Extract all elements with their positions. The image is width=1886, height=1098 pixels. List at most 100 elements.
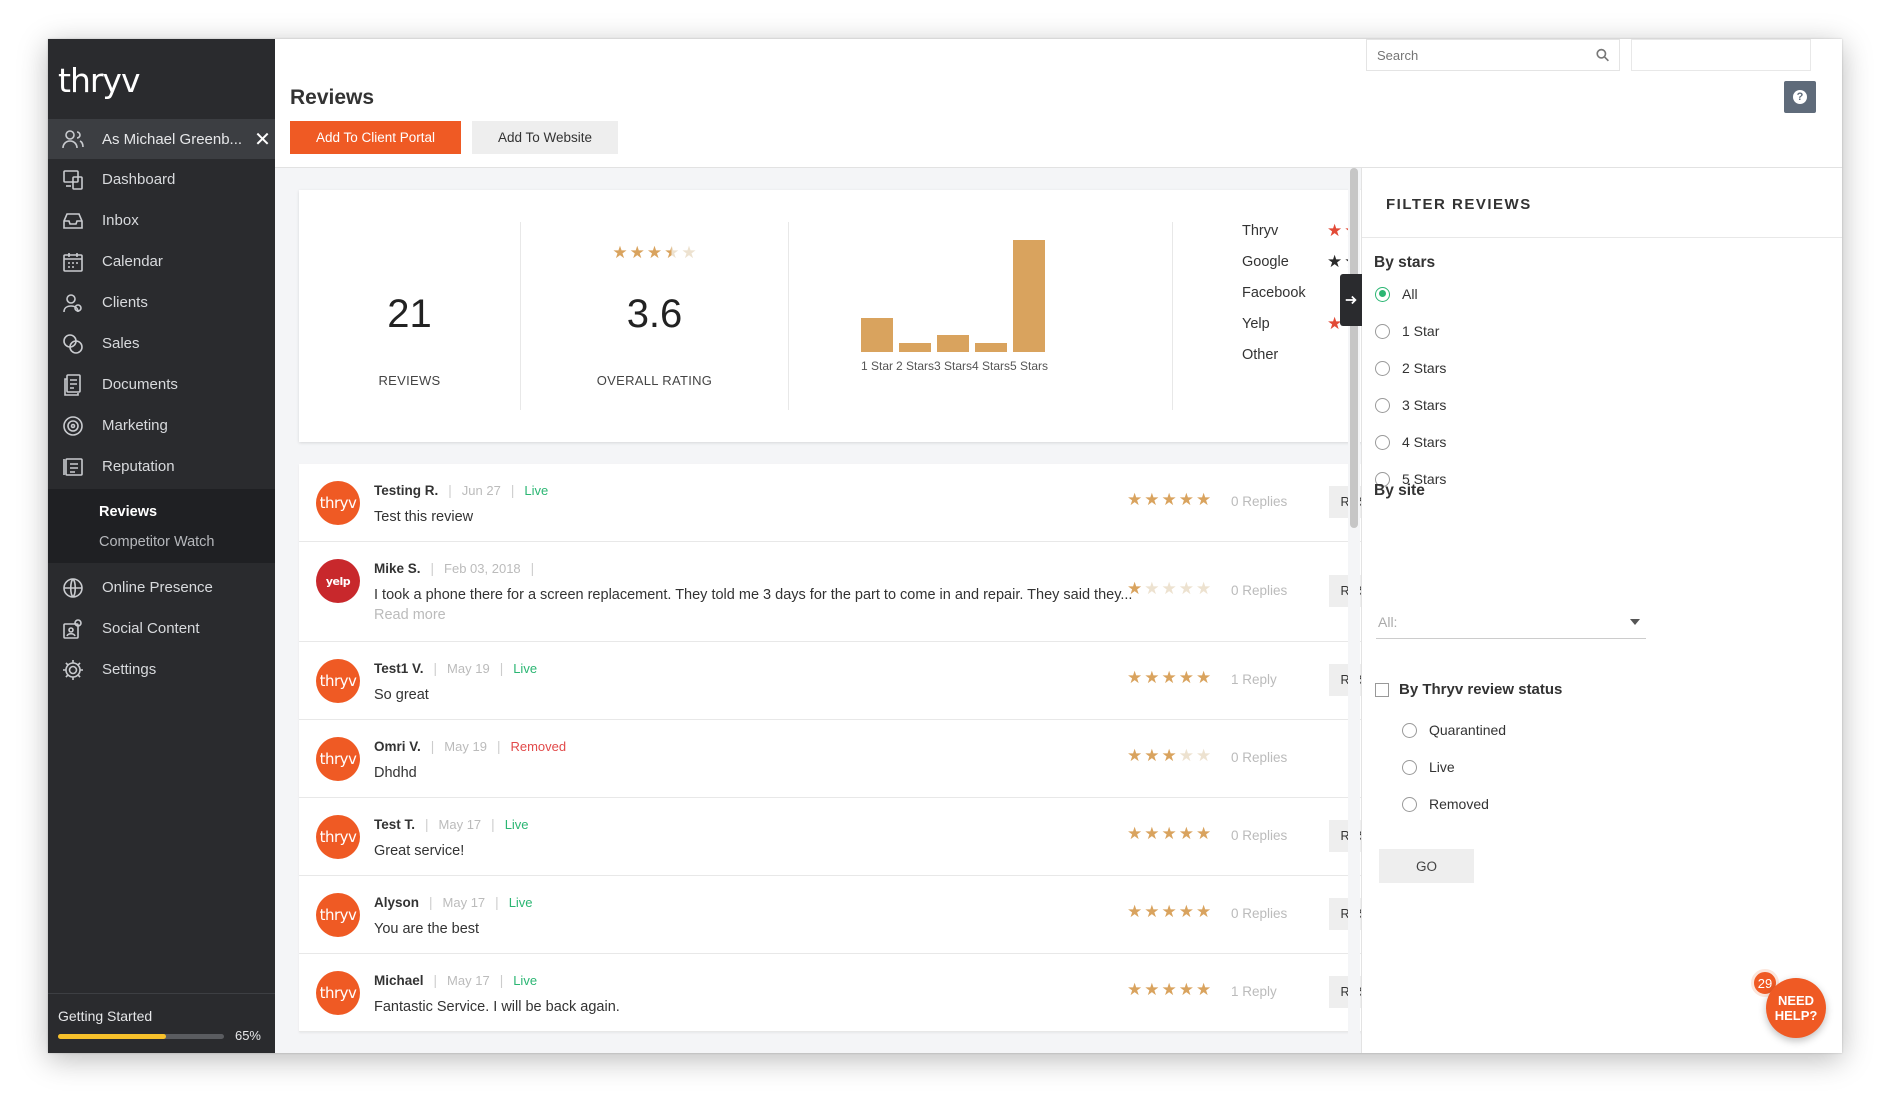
radio-button[interactable] [1402, 796, 1417, 812]
getting-started[interactable]: Getting Started 65% [48, 993, 275, 1053]
site-name: Other [1242, 346, 1279, 363]
site-select[interactable]: All: [1376, 605, 1646, 639]
scrollbar-thumb[interactable] [1350, 168, 1358, 528]
review-row[interactable]: thryv Alyson | May 17 | Live You are the best ★… [299, 876, 1507, 954]
add-to-website-button[interactable]: Add To Website [472, 121, 618, 154]
by-stars-heading: By stars [1374, 254, 1436, 271]
reply-count[interactable]: 0 Replies [1231, 906, 1287, 921]
tick-label-5-stars: 5 Stars [1009, 359, 1048, 373]
status-filter-live[interactable]: Live [1402, 759, 1455, 775]
status-filter-removed[interactable]: Removed [1402, 796, 1489, 812]
rating-distribution-chart: 1 Star 2 Stars 3 Stars 4 Stars 5 Stars [859, 222, 1109, 410]
review-row[interactable]: thryv Test T. | May 17 | Live Great service! ★ ★… [299, 798, 1507, 876]
star-rating: ★★★★★ [612, 244, 696, 261]
radio-label: All [1402, 286, 1418, 302]
star-icon: ★ [1127, 980, 1143, 999]
star-icon: ★ [1178, 824, 1194, 843]
getting-started-label: Getting Started [58, 1008, 153, 1024]
review-status-checkbox[interactable]: By Thryv review status [1375, 681, 1562, 698]
review-date: May 17 [442, 895, 486, 910]
review-body: Great service! [374, 843, 465, 859]
star-filter-all[interactable]: All [1375, 286, 1418, 302]
sidebar-item-sales[interactable]: Sales [48, 323, 275, 364]
thryv-logo[interactable]: thryv [48, 39, 275, 119]
star-filter-3-stars[interactable]: 3 Stars [1375, 397, 1446, 413]
reply-count[interactable]: 1 Reply [1231, 672, 1277, 687]
radio-button[interactable] [1402, 759, 1417, 775]
review-text: You are the best [374, 919, 1134, 939]
collapse-filter-button[interactable] [1340, 274, 1362, 326]
subnav-item-competitor-watch[interactable]: Competitor Watch [48, 527, 275, 557]
sidebar-item-calendar[interactable]: Calendar [48, 241, 275, 282]
sidebar-item-documents[interactable]: Documents [48, 364, 275, 405]
impersonated-user-name: As Michael Greenb... [102, 130, 243, 148]
reviewer-name: Omri V. [374, 739, 421, 754]
sidebar-item-label: Marketing [102, 417, 168, 434]
site-name: Facebook [1242, 284, 1306, 301]
reply-count[interactable]: 0 Replies [1231, 750, 1287, 765]
marketing-icon [61, 414, 85, 438]
sidebar-item-social-content[interactable]: Social Content [48, 608, 275, 649]
reply-count[interactable]: 0 Replies [1231, 494, 1287, 509]
sidebar-item-reputation[interactable]: Reputation [48, 446, 275, 487]
sidebar-item-online-presence[interactable]: Online Presence [48, 567, 275, 608]
reply-count[interactable]: 0 Replies [1231, 828, 1287, 843]
radio-button[interactable] [1375, 323, 1390, 339]
review-status: Live [513, 661, 538, 676]
go-button[interactable]: GO [1379, 849, 1474, 883]
checkbox[interactable] [1375, 682, 1389, 697]
review-row[interactable]: yelp Mike S. | Feb 03, 2018 | I took a phone … [299, 542, 1507, 642]
sidebar-item-clients[interactable]: Clients [48, 282, 275, 323]
add-to-client-portal-button[interactable]: Add To Client Portal [290, 121, 461, 154]
review-stars: ★ ★ ★ ★ ★ [1127, 903, 1211, 922]
radio-button[interactable] [1402, 722, 1417, 738]
radio-button[interactable] [1375, 434, 1390, 450]
star-filter-1-star[interactable]: 1 Star [1375, 323, 1439, 339]
radio-button[interactable] [1375, 286, 1390, 302]
meta-separator: | [496, 739, 501, 754]
star-icon: ★ [1161, 902, 1177, 921]
review-body: So great [374, 687, 429, 703]
sidebar-item-inbox[interactable]: Inbox [48, 200, 275, 241]
read-more-link[interactable]: Read more [374, 607, 446, 623]
star-filter-2-stars[interactable]: 2 Stars [1375, 360, 1446, 376]
sidebar-item-dashboard[interactable]: Dashboard [48, 159, 275, 200]
meta-separator: | [433, 973, 438, 988]
search-input[interactable] [1377, 47, 1596, 63]
review-row[interactable]: thryv Test1 V. | May 19 | Live So great ★ ★ ★ ★ ★ 1 … [299, 642, 1507, 720]
reply-count[interactable]: 1 Reply [1231, 984, 1277, 999]
globe-icon [61, 576, 85, 600]
top-bar: Reviews Add To Client Portal Add To Webs… [275, 39, 1842, 168]
overall-rating-label: OVERALL RATING [596, 373, 713, 388]
search-icon[interactable] [1596, 48, 1609, 62]
star-icon: ★ [1178, 490, 1194, 509]
radio-button[interactable] [1375, 360, 1390, 376]
review-row[interactable]: thryv Omri V. | May 19 | Removed Dhdhd ★ ★ ★ ★ ★ 0 R… [299, 720, 1507, 798]
radio-button[interactable] [1375, 397, 1390, 413]
impersonation-banner[interactable]: As Michael Greenb... ✕ [48, 119, 275, 159]
star-icon: ★ [1161, 824, 1177, 843]
progress-fill [58, 1034, 166, 1039]
meta-separator: | [495, 895, 499, 910]
help-button[interactable]: ? [1784, 81, 1816, 113]
search-box[interactable] [1366, 39, 1620, 71]
review-row[interactable]: thryv Testing R. | Jun 27 | Live Test this rev… [299, 464, 1507, 542]
review-row[interactable]: thryv Michael | May 17 | Live Fantastic Servic… [299, 954, 1507, 1032]
need-help-button[interactable]: NEED HELP? [1766, 978, 1826, 1038]
sidebar-item-settings[interactable]: Settings [48, 649, 275, 690]
close-icon[interactable]: ✕ [254, 127, 271, 152]
sidebar-item-marketing[interactable]: Marketing [48, 405, 275, 446]
review-stars: ★ ★ ★ ★ ★ [1127, 825, 1211, 844]
site-name: Thryv [1242, 222, 1279, 239]
bar-3-stars [937, 334, 969, 352]
radio-label: Quarantined [1429, 722, 1507, 738]
status-filter-quarantined[interactable]: Quarantined [1402, 722, 1506, 738]
reply-count[interactable]: 0 Replies [1231, 583, 1287, 598]
subnav-item-reviews[interactable]: Reviews [48, 497, 275, 527]
star-icon: ★ [1196, 746, 1212, 765]
arrow-right-icon [1345, 295, 1357, 305]
getting-started-progress [58, 1034, 224, 1039]
review-count: 21 [387, 292, 432, 336]
star-filter-4-stars[interactable]: 4 Stars [1375, 434, 1446, 450]
review-text: Great service! [374, 841, 1134, 861]
